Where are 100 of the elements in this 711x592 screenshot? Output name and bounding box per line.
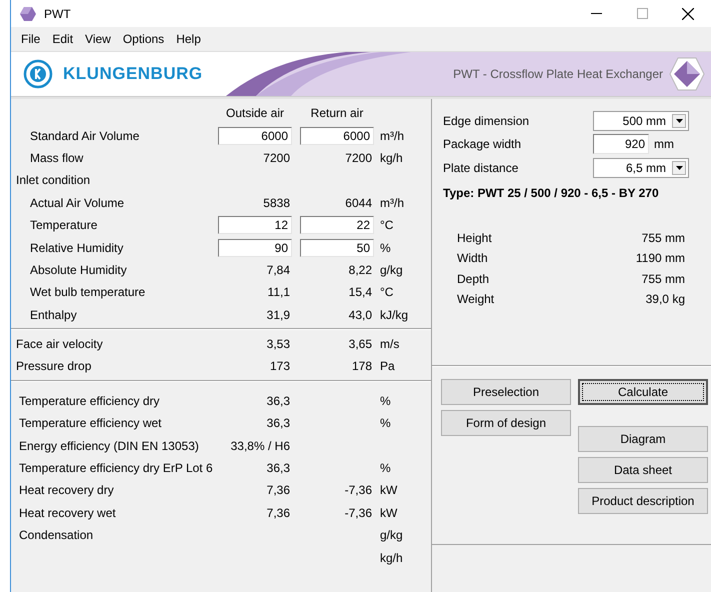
field-label: Edge dimension <box>443 114 530 128</box>
menu-item[interactable]: Options <box>116 32 170 46</box>
product-title: PWT - Crossflow Plate Heat Exchanger <box>453 67 663 81</box>
dimension-value: 755 mm <box>642 230 685 245</box>
unit-label: kW <box>380 506 398 520</box>
action-button[interactable]: Data sheet <box>578 457 708 483</box>
value-cell-text: 36,3 <box>266 394 291 408</box>
input-field[interactable]: 12 <box>218 216 292 234</box>
action-button[interactable]: Calculate <box>578 379 708 405</box>
unit-label: % <box>380 461 392 476</box>
unit-label: °C <box>380 218 394 232</box>
brand-name: KLUNGENBURG <box>63 64 203 84</box>
value-cell-text: 36,3 <box>266 461 291 476</box>
value-cell-text: -7,36 <box>344 483 373 498</box>
column-header: Return air <box>310 106 364 120</box>
unit-label: kg/h <box>380 150 404 165</box>
value-cell-text: 3,53 <box>266 337 291 352</box>
unit-label: m/s <box>380 337 400 352</box>
value-cell-text: -7,36 <box>344 506 373 520</box>
dropdown[interactable]: 6,5 mm <box>593 158 689 178</box>
unit-label: kJ/kg <box>380 308 410 322</box>
input-field[interactable]: 6000 <box>218 126 292 145</box>
caret-icon[interactable] <box>676 166 682 170</box>
menu-item[interactable]: View <box>79 32 117 46</box>
row-label: Face air velocity <box>16 337 104 352</box>
row-label: Actual Air Volume <box>29 196 126 210</box>
row-label: Temperature <box>29 218 98 232</box>
unit-label: % <box>380 416 392 430</box>
action-button[interactable]: Preselection <box>441 379 571 405</box>
value-cell-text: 7,84 <box>266 262 291 277</box>
dimension-label: Height <box>457 230 492 245</box>
unit-label: Pa <box>380 359 396 374</box>
row-label: Energy efficiency (DIN EN 13053) <box>19 438 200 453</box>
unit-label: mm <box>654 137 674 152</box>
value-cell-text: 43,0 <box>348 308 373 322</box>
value-cell-text: 11,1 <box>266 285 291 300</box>
row-label: Heat recovery dry <box>19 483 115 498</box>
app-icon <box>20 6 36 22</box>
dimension-value: 1190 mm <box>636 251 685 266</box>
action-button[interactable]: Form of design <box>441 410 571 436</box>
input-field[interactable]: 90 <box>218 238 292 257</box>
field-label: Package width <box>443 137 522 152</box>
value-cell-text: 178 <box>350 359 373 374</box>
value-cell-text: 36,3 <box>266 416 291 430</box>
input-field[interactable]: 920 <box>593 134 649 154</box>
row-label: Temperature efficiency wet <box>19 416 163 430</box>
menu-item[interactable]: Help <box>170 32 207 46</box>
row-label: Enthalpy <box>29 308 78 322</box>
action-button[interactable]: Diagram <box>578 426 708 452</box>
unit-label: % <box>380 394 392 408</box>
value-cell-text: 33,8% / H6 <box>230 438 291 453</box>
field-label: Plate distance <box>443 160 520 175</box>
unit-label: °C <box>380 285 394 300</box>
input-field[interactable]: 6000 <box>300 126 374 145</box>
value-cell-text: 7,36 <box>266 506 291 520</box>
value-cell-text: 15,4 <box>348 285 373 300</box>
value-cell-text: 3,65 <box>348 337 373 352</box>
section-heading: Inlet condition <box>16 173 92 188</box>
logo-icon <box>23 59 53 89</box>
value-cell-text: 5838 <box>262 196 291 210</box>
unit-label: kW <box>380 483 398 498</box>
row-label: Mass flow <box>29 150 84 165</box>
dimension-label: Width <box>457 251 488 266</box>
value-cell-text: 8,22 <box>348 262 373 277</box>
window-title: PWT <box>44 6 71 20</box>
value-cell-text: 7200 <box>262 150 291 165</box>
close-icon[interactable] <box>682 8 694 20</box>
dimension-label: Weight <box>457 292 494 306</box>
value-cell-text: 7,36 <box>266 483 291 498</box>
row-label: Temperature efficiency dry <box>19 394 161 408</box>
row-label: Standard Air Volume <box>29 128 140 143</box>
menu-item[interactable]: File <box>15 32 46 46</box>
value-cell-text: 7200 <box>344 150 373 165</box>
input-field[interactable]: 22 <box>300 216 374 234</box>
row-label: Relative Humidity <box>29 240 124 255</box>
row-label: Temperature efficiency dry ErP Lot 6 <box>19 461 214 476</box>
value-cell-text: 6044 <box>344 196 373 210</box>
dimension-value: 39,0 kg <box>646 292 685 306</box>
type-designation: Type: PWT 25 / 500 / 920 - 6,5 - BY 270 <box>443 186 660 200</box>
unit-label: m³/h <box>380 128 405 143</box>
unit-label: g/kg <box>380 262 404 277</box>
input-field[interactable]: 50 <box>300 238 374 257</box>
minimize-icon[interactable] <box>590 13 602 14</box>
column-header: Outside air <box>224 106 286 120</box>
dimension-label: Depth <box>457 272 490 286</box>
caret-icon[interactable] <box>676 118 682 123</box>
row-label: Condensation <box>19 528 94 542</box>
action-button[interactable]: Product description <box>578 488 708 514</box>
unit-label: kg/h <box>380 550 404 565</box>
value-cell-text: 31,9 <box>266 308 291 322</box>
unit-label: g/kg <box>380 528 404 542</box>
unit-label: m³/h <box>380 196 405 210</box>
unit-label: % <box>380 240 392 255</box>
dropdown[interactable]: 500 mm <box>593 110 689 131</box>
value-cell-text: 173 <box>268 359 291 374</box>
menu-item[interactable]: Edit <box>46 32 80 46</box>
dimension-value: 755 mm <box>642 272 685 286</box>
row-label: Pressure drop <box>16 359 92 374</box>
hexagon-icon <box>669 56 705 92</box>
row-label: Wet bulb temperature <box>29 285 146 300</box>
